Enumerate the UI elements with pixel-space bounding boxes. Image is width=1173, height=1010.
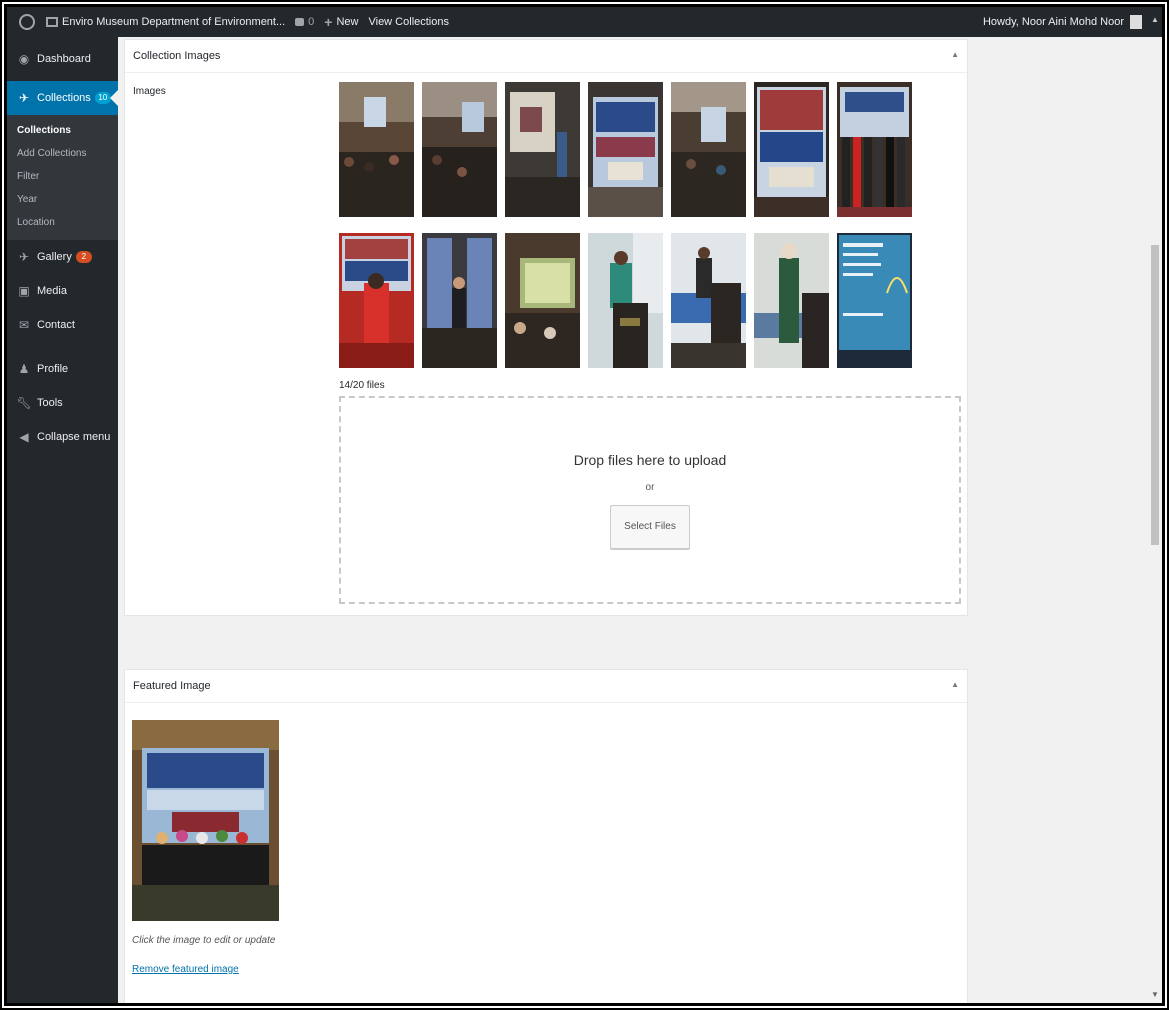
collapse-toggle-icon[interactable]: ▲ bbox=[951, 680, 959, 689]
featured-image-box: Featured Image ▲ Click the image to edit… bbox=[124, 669, 968, 1003]
image-thumbnail[interactable] bbox=[671, 233, 746, 368]
new-label: New bbox=[336, 16, 359, 28]
admin-sidebar: ◉ Dashboard ✈ Collections 10 Collections… bbox=[7, 37, 118, 1003]
image-thumbnail[interactable] bbox=[671, 82, 746, 217]
image-thumbnail[interactable] bbox=[422, 233, 497, 368]
sidebar-item-label: Media bbox=[37, 285, 67, 297]
submenu-item-add-collections[interactable]: Add Collections bbox=[7, 142, 118, 165]
sidebar-item-label: Profile bbox=[37, 363, 69, 375]
collapse-menu-button[interactable]: ◀ Collapse menu bbox=[7, 420, 118, 454]
comments-link[interactable]: 0 bbox=[290, 16, 319, 28]
sidebar-item-label: Tools bbox=[37, 397, 63, 409]
image-thumbnail[interactable] bbox=[339, 82, 414, 217]
featured-image-thumbnail[interactable] bbox=[132, 720, 279, 921]
menu-separator bbox=[7, 342, 118, 352]
featured-image-caption: Click the image to edit or update bbox=[132, 935, 276, 946]
sidebar-item-label: Dashboard bbox=[37, 53, 91, 65]
site-name: Enviro Museum Department of Environment.… bbox=[62, 16, 286, 28]
main-content: Collection Images ▲ Images 14/20 files D… bbox=[118, 37, 1162, 1003]
pin-icon: ✈ bbox=[18, 91, 30, 105]
wrench-icon: 🔧︎ bbox=[16, 396, 32, 410]
comment-count: 0 bbox=[308, 16, 315, 28]
box-title: Featured Image bbox=[133, 680, 211, 692]
images-label: Images bbox=[133, 86, 166, 97]
sidebar-item-dashboard[interactable]: ◉ Dashboard bbox=[7, 37, 118, 81]
update-count-badge: 2 bbox=[75, 251, 92, 263]
sidebar-item-profile[interactable]: ♟ Profile bbox=[7, 352, 118, 386]
page-scrollbar[interactable]: ▲ ▼ bbox=[1148, 15, 1162, 1003]
collapse-arrow-icon: ◀ bbox=[19, 430, 29, 444]
image-thumbnail[interactable] bbox=[754, 82, 829, 217]
sidebar-item-label: Contact bbox=[37, 319, 75, 331]
user-icon: ♟ bbox=[18, 362, 30, 376]
pin-icon: ✈ bbox=[18, 250, 30, 264]
collections-submenu: Collections Add Collections Filter Year … bbox=[7, 115, 118, 240]
image-thumbnail[interactable] bbox=[754, 233, 829, 368]
dashboard-icon: ◉ bbox=[18, 52, 30, 66]
envelope-icon: ✉ bbox=[18, 318, 30, 332]
image-thumbnail[interactable] bbox=[837, 82, 912, 217]
scrollbar-thumb[interactable] bbox=[1151, 245, 1159, 545]
image-thumbnail[interactable] bbox=[505, 233, 580, 368]
collection-images-box: Collection Images ▲ Images 14/20 files D… bbox=[124, 39, 968, 616]
sidebar-item-media[interactable]: ▣ Media bbox=[7, 274, 118, 308]
view-collections-link[interactable]: View Collections bbox=[363, 16, 454, 28]
update-count-badge: 10 bbox=[94, 92, 111, 104]
avatar bbox=[1130, 15, 1142, 29]
admin-bar: Enviro Museum Department of Environment.… bbox=[7, 7, 1162, 37]
image-thumbnail[interactable] bbox=[588, 233, 663, 368]
sidebar-item-label: Collections bbox=[37, 92, 91, 104]
image-thumbnail[interactable] bbox=[837, 233, 912, 368]
new-content-link[interactable]: + New bbox=[319, 14, 363, 30]
upload-dropzone[interactable]: Drop files here to upload or Select File… bbox=[339, 396, 961, 604]
user-greeting: Howdy, Noor Aini Mohd Noor bbox=[982, 16, 1124, 28]
sidebar-item-label: Gallery bbox=[37, 251, 72, 263]
comment-bubble-icon bbox=[295, 18, 305, 26]
wordpress-logo-icon[interactable] bbox=[19, 14, 35, 30]
sidebar-item-tools[interactable]: 🔧︎ Tools bbox=[7, 386, 118, 420]
image-thumbnail[interactable] bbox=[339, 233, 414, 368]
submenu-item-filter[interactable]: Filter bbox=[7, 165, 118, 188]
home-icon bbox=[46, 17, 58, 27]
sidebar-item-label: Collapse menu bbox=[37, 431, 111, 443]
scroll-up-arrow-icon[interactable]: ▲ bbox=[1151, 15, 1159, 24]
select-files-button[interactable]: Select Files bbox=[610, 505, 690, 549]
remove-featured-image-link[interactable]: Remove featured image bbox=[132, 964, 239, 975]
image-thumbnail[interactable] bbox=[422, 82, 497, 217]
sidebar-item-collections[interactable]: ✈ Collections 10 bbox=[7, 81, 118, 115]
window-frame: Enviro Museum Department of Environment.… bbox=[4, 4, 1165, 1006]
box-header[interactable]: Featured Image ▲ bbox=[125, 670, 967, 703]
submenu-item-collections[interactable]: Collections bbox=[7, 119, 118, 142]
sidebar-item-gallery[interactable]: ✈ Gallery 2 bbox=[7, 240, 118, 274]
submenu-item-location[interactable]: Location bbox=[7, 211, 118, 234]
collapse-toggle-icon[interactable]: ▲ bbox=[951, 50, 959, 59]
site-name-link[interactable]: Enviro Museum Department of Environment.… bbox=[41, 16, 290, 28]
drop-files-text: Drop files here to upload bbox=[573, 452, 727, 468]
media-icon: ▣ bbox=[18, 284, 30, 298]
box-title: Collection Images bbox=[133, 50, 221, 62]
file-count: 14/20 files bbox=[339, 380, 385, 391]
scroll-down-arrow-icon[interactable]: ▼ bbox=[1151, 990, 1159, 999]
box-header[interactable]: Collection Images ▲ bbox=[125, 40, 967, 73]
plus-icon: + bbox=[324, 14, 333, 30]
image-thumbnail[interactable] bbox=[505, 82, 580, 217]
sidebar-item-contact[interactable]: ✉ Contact bbox=[7, 308, 118, 342]
submenu-item-year[interactable]: Year bbox=[7, 188, 118, 211]
or-text: or bbox=[645, 482, 655, 493]
image-thumbnail[interactable] bbox=[588, 82, 663, 217]
my-account-link[interactable]: Howdy, Noor Aini Mohd Noor bbox=[983, 15, 1142, 29]
